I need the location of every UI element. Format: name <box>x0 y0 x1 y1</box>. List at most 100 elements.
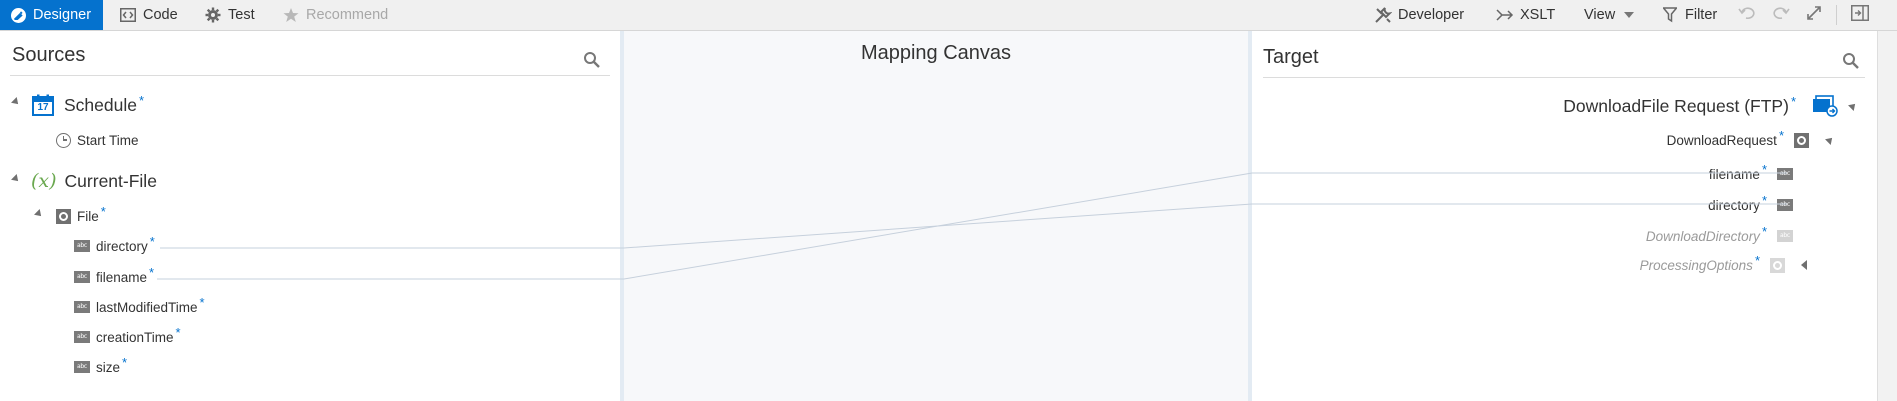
current-file-collapse-icon[interactable] <box>11 174 21 184</box>
mapping-canvas[interactable]: Mapping Canvas <box>624 31 1248 401</box>
target-title: Target <box>1263 46 1319 68</box>
required-marker: * <box>149 264 155 280</box>
string-type-icon: abc <box>1777 199 1793 211</box>
required-marker: * <box>1761 192 1767 208</box>
tab-recommend-label: Recommend <box>306 7 389 23</box>
target-panel: Target DownloadFile Request (FTP) * Down… <box>1252 31 1877 401</box>
search-icon[interactable] <box>583 51 601 69</box>
target-field-downloaddirectory[interactable]: DownloadDirectory * abc <box>1646 223 1793 245</box>
required-marker: * <box>100 203 106 219</box>
target-field-filename[interactable]: filename * abc <box>1708 161 1793 183</box>
ftp-adapter-icon <box>1812 95 1838 117</box>
chevron-down-icon <box>1624 12 1635 18</box>
sources-panel: Sources 17 Schedule * Start Time (x) Cur… <box>0 31 620 401</box>
target-root-node[interactable]: DownloadFile Request (FTP) * <box>1563 93 1858 119</box>
string-type-icon: abc <box>74 240 90 252</box>
source-field-creationtime[interactable]: abc creationTime * <box>74 324 181 346</box>
string-type-icon: abc <box>74 331 90 343</box>
star-icon <box>282 6 300 24</box>
string-type-icon: abc <box>74 271 90 283</box>
current-file-label: Current-File <box>64 170 157 191</box>
file-collapse-icon[interactable] <box>34 209 44 219</box>
start-time-label: Start Time <box>77 132 139 148</box>
calendar-day: 17 <box>37 102 49 113</box>
start-time-node[interactable]: Start Time <box>56 131 139 149</box>
sources-divider <box>10 75 610 76</box>
field-label: directory <box>1708 197 1760 213</box>
schedule-collapse-icon[interactable] <box>11 97 21 107</box>
source-field-size[interactable]: abc size * <box>74 354 128 376</box>
download-request-node[interactable]: DownloadRequest * <box>1667 127 1835 149</box>
calendar-icon: 17 <box>32 94 54 116</box>
redo-icon <box>1772 6 1790 24</box>
string-type-icon: abc <box>1777 230 1793 242</box>
tab-test-label: Test <box>228 7 255 23</box>
field-label: lastModifiedTime <box>96 299 198 315</box>
string-type-icon: abc <box>74 361 90 373</box>
required-marker: * <box>138 92 145 108</box>
schedule-label: Schedule <box>64 94 137 115</box>
target-divider <box>1263 77 1865 78</box>
filter-label: Filter <box>1685 7 1718 23</box>
developer-button[interactable]: Developer <box>1374 0 1464 30</box>
required-marker: * <box>122 354 128 370</box>
required-marker: * <box>199 294 205 310</box>
element-icon <box>1794 132 1809 148</box>
tab-designer-label: Designer <box>33 7 92 23</box>
target-field-directory[interactable]: directory * abc <box>1708 192 1793 214</box>
view-label: View <box>1584 7 1616 23</box>
search-icon[interactable] <box>1842 52 1860 70</box>
field-label: size <box>96 359 121 375</box>
element-icon <box>56 208 71 224</box>
tab-code[interactable]: Code <box>119 0 178 30</box>
required-marker: * <box>1761 223 1767 239</box>
field-label: creationTime <box>96 329 174 345</box>
source-field-directory[interactable]: abc directory * <box>74 233 155 255</box>
redo-button[interactable] <box>1772 0 1790 30</box>
view-menu[interactable]: View <box>1584 0 1635 30</box>
tab-code-label: Code <box>143 7 178 23</box>
wrench-icon <box>1374 6 1392 24</box>
panel-toggle-button[interactable] <box>1851 0 1869 30</box>
clock-icon <box>56 132 71 148</box>
xslt-label: XSLT <box>1520 7 1556 23</box>
panel-toggle-icon <box>1851 5 1869 25</box>
collapse-icon[interactable] <box>1848 101 1858 111</box>
source-field-filename[interactable]: abc filename * <box>74 264 155 286</box>
right-scroll-gutter[interactable] <box>1877 31 1897 401</box>
toolbar: Designer Code Test Recommend Developer X… <box>0 0 1897 31</box>
file-node[interactable]: File * <box>56 203 106 225</box>
schedule-node[interactable]: 17 Schedule * <box>32 93 144 117</box>
tab-recommend[interactable]: Recommend <box>282 0 388 30</box>
required-marker: * <box>1761 161 1767 177</box>
tab-test[interactable]: Test <box>204 0 255 30</box>
field-label: filename <box>96 269 148 285</box>
required-marker: * <box>175 324 181 340</box>
variable-icon: (x) <box>31 170 57 192</box>
field-label: ProcessingOptions <box>1639 257 1753 273</box>
required-marker: * <box>149 233 155 249</box>
expand-icon[interactable] <box>1801 260 1807 270</box>
gear-icon <box>204 6 222 24</box>
developer-label: Developer <box>1398 7 1465 23</box>
field-label: filename <box>1708 166 1760 182</box>
filter-button[interactable]: Filter <box>1661 0 1717 30</box>
source-field-lastmodifiedtime[interactable]: abc lastModifiedTime * <box>74 294 205 316</box>
expand-icon <box>1806 5 1822 25</box>
canvas-title: Mapping Canvas <box>860 42 1012 64</box>
target-field-processingoptions[interactable]: ProcessingOptions * <box>1639 252 1807 274</box>
current-file-node[interactable]: (x) Current-File <box>31 169 157 193</box>
tab-designer[interactable]: Designer <box>0 0 104 30</box>
field-label: directory <box>96 238 148 254</box>
required-marker: * <box>1778 127 1784 143</box>
target-root-label: DownloadFile Request (FTP) <box>1563 95 1789 116</box>
undo-button[interactable] <box>1738 0 1756 30</box>
xslt-icon <box>1496 6 1514 24</box>
xslt-button[interactable]: XSLT <box>1496 0 1555 30</box>
required-marker: * <box>1754 252 1760 268</box>
undo-icon <box>1738 6 1756 24</box>
expand-button[interactable] <box>1806 0 1822 30</box>
string-type-icon: abc <box>74 301 90 313</box>
filter-icon <box>1661 6 1679 24</box>
collapse-icon[interactable] <box>1825 135 1835 145</box>
